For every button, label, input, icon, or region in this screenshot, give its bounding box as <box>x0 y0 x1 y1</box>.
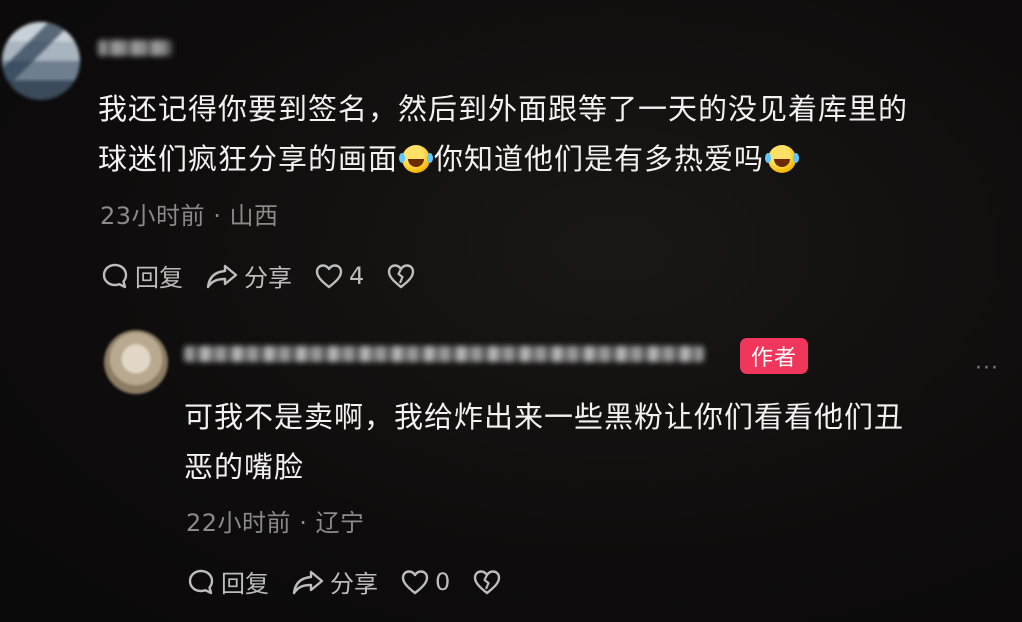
comment-actions: 回复 分享 4 <box>100 258 438 293</box>
heart-outline-icon <box>315 263 343 288</box>
rofl-emoji-icon <box>399 145 431 173</box>
username-blurred[interactable] <box>98 40 172 56</box>
reply-button[interactable]: 回复 <box>186 564 269 599</box>
comment-meta: 23小时前 · 山西 <box>100 196 278 231</box>
dislike-button[interactable] <box>472 568 502 596</box>
share-label: 分享 <box>330 570 378 598</box>
share-button[interactable]: 分享 <box>291 564 378 599</box>
heart-outline-icon <box>401 569 429 594</box>
comment-text-line1: 我还记得你要到签名，然后到外面跟等了一天的没见着库里的 <box>98 92 909 126</box>
separator: · <box>299 509 308 537</box>
timestamp: 23小时前 <box>100 202 206 230</box>
rofl-emoji-icon <box>765 145 797 173</box>
like-button[interactable]: 0 <box>400 568 450 596</box>
reply-text-line2: 恶的嘴脸 <box>184 450 305 484</box>
location: 山西 <box>229 202 279 230</box>
separator: · <box>213 202 222 230</box>
timestamp: 22小时前 <box>186 509 292 537</box>
like-count: 4 <box>349 261 365 290</box>
share-arrow-icon <box>206 264 238 288</box>
reply-label: 回复 <box>221 570 269 598</box>
speech-bubble-icon <box>102 263 128 288</box>
like-button[interactable]: 4 <box>314 262 364 290</box>
reply-meta: 22小时前 · 辽宁 <box>186 503 364 538</box>
broken-heart-icon <box>388 263 415 288</box>
dislike-button[interactable] <box>386 262 416 290</box>
reply-actions: 回复 分享 0 <box>186 564 524 599</box>
like-count: 0 <box>435 567 451 596</box>
more-options-button[interactable]: ··· <box>975 356 999 381</box>
author-badge: 作者 <box>740 338 808 374</box>
broken-heart-icon <box>474 569 501 594</box>
comment-thread: 我还记得你要到签名，然后到外面跟等了一天的没见着库里的 球迷们疯狂分享的画面 你知道… <box>0 0 1022 622</box>
comment-text-line2b: 你知道他们是有多热爱吗 <box>434 142 765 176</box>
avatar[interactable] <box>2 22 80 100</box>
share-arrow-icon <box>292 570 324 594</box>
reply-text: 可我不是卖啊，我给炸出来一些黑粉让你们看看他们丑 恶的嘴脸 <box>184 392 994 492</box>
comment-text-line2a: 球迷们疯狂分享的画面 <box>98 142 399 176</box>
reply-button[interactable]: 回复 <box>100 258 183 293</box>
share-label: 分享 <box>244 264 292 292</box>
comment-text: 我还记得你要到签名，然后到外面跟等了一天的没见着库里的 球迷们疯狂分享的画面 你知道… <box>98 84 1008 184</box>
share-button[interactable]: 分享 <box>205 258 292 293</box>
reply-avatar[interactable] <box>104 330 168 394</box>
reply-text-line1: 可我不是卖啊，我给炸出来一些黑粉让你们看看他们丑 <box>184 400 905 434</box>
reply-label: 回复 <box>135 264 183 292</box>
location: 辽宁 <box>315 509 365 537</box>
reply-username-blurred[interactable] <box>184 346 704 362</box>
speech-bubble-icon <box>188 569 214 594</box>
